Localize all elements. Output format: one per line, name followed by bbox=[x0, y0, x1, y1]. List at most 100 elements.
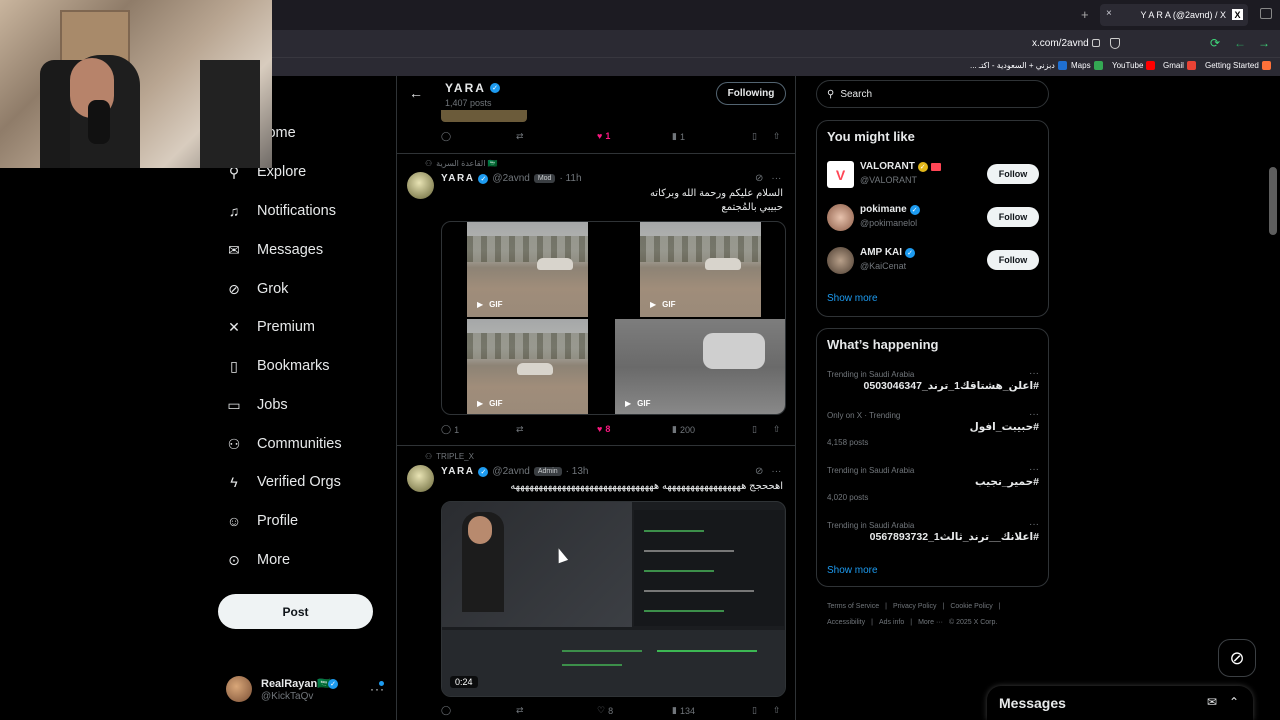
retweet-icon[interactable]: ⇄ bbox=[516, 705, 524, 716]
bookmark-item[interactable]: YouTube bbox=[1112, 61, 1156, 70]
new-message-icon[interactable]: ✉ bbox=[1207, 695, 1217, 709]
terms-link[interactable]: Terms of Service bbox=[827, 603, 879, 610]
like-button[interactable]: ♥ 1 bbox=[597, 131, 610, 141]
more-footer-link[interactable]: More ··· bbox=[918, 619, 943, 626]
suggestion-item[interactable]: AMP KAI ✓ @KaiCenat Follow bbox=[827, 245, 1039, 275]
follow-button[interactable]: Follow bbox=[987, 250, 1039, 270]
tweet-time[interactable]: · 11h bbox=[559, 173, 581, 184]
views-button[interactable]: ▮ 134 bbox=[672, 705, 695, 716]
page-scrollbar[interactable] bbox=[1269, 167, 1277, 235]
accessibility-link[interactable]: Accessibility bbox=[827, 619, 865, 626]
webcam-overlay bbox=[0, 0, 272, 168]
gif-badge: ▶ GIF bbox=[650, 300, 676, 309]
follow-button[interactable]: Follow bbox=[987, 164, 1039, 184]
sidebar-item-communities[interactable]: ⚇ Communities bbox=[226, 436, 342, 453]
bookmark-icon[interactable]: ▯ bbox=[752, 705, 757, 716]
bookmark-icon[interactable]: ▯ bbox=[752, 131, 757, 142]
views-button[interactable]: ▮ 200 bbox=[672, 424, 695, 435]
grok-icon[interactable]: ⊘ bbox=[755, 466, 763, 477]
trend-item[interactable]: Trending in Saudi Arabia ··· #اعلانك__تر… bbox=[827, 519, 1039, 551]
community-context[interactable]: ⚇ TRIPLE_X bbox=[425, 452, 474, 461]
suggestion-name: AMP KAI ✓ bbox=[860, 247, 916, 258]
tweet-author-name[interactable]: YARA bbox=[441, 466, 474, 477]
sidebar-item-profile[interactable]: ☺ Profile bbox=[226, 513, 298, 529]
more-dots-icon[interactable]: ··· bbox=[1029, 409, 1039, 420]
tab-close-icon[interactable]: × bbox=[1106, 8, 1112, 19]
sidebar-item-jobs[interactable]: ▭ Jobs bbox=[226, 397, 287, 414]
avatar[interactable] bbox=[407, 465, 434, 492]
avatar[interactable] bbox=[407, 172, 434, 199]
tab-list-icon[interactable] bbox=[1260, 8, 1272, 19]
bookmark-item[interactable]: Gmail bbox=[1163, 61, 1196, 70]
grok-floating-button[interactable]: ⊘ bbox=[1218, 639, 1256, 677]
sidebar-item-verified-orgs[interactable]: ϟ Verified Orgs bbox=[226, 474, 341, 490]
reply-icon[interactable]: ◯ bbox=[441, 705, 451, 716]
retweet-icon[interactable]: ⇄ bbox=[516, 131, 524, 142]
privacy-link[interactable]: Privacy Policy bbox=[893, 603, 937, 610]
sidebar-item-notifications[interactable]: ♫ Notifications bbox=[226, 203, 336, 219]
shield-icon[interactable] bbox=[1110, 38, 1120, 49]
reload-icon[interactable]: ⟳ bbox=[1210, 36, 1220, 50]
following-button[interactable]: Following bbox=[716, 82, 786, 105]
sidebar-item-grok[interactable]: ⊘ Grok bbox=[226, 281, 288, 298]
lock-icon[interactable] bbox=[1092, 39, 1100, 47]
active-tab[interactable]: Y A R A (@2avnd) / X bbox=[1100, 4, 1248, 26]
reply-icon[interactable]: ◯ bbox=[441, 131, 451, 142]
community-context[interactable]: ⚇ القاعدة السرية 🇸🇦 bbox=[425, 159, 498, 168]
share-icon[interactable]: ⇧ bbox=[773, 424, 781, 435]
bookmark-label: ... دبزني + السعودية - اكتـ bbox=[970, 61, 1055, 70]
like-button[interactable]: ♥ 8 bbox=[597, 424, 610, 434]
reply-button[interactable]: ◯ 1 bbox=[441, 424, 459, 435]
gif-media[interactable]: ▶ GIF bbox=[467, 319, 588, 414]
gif-media[interactable]: ▶ GIF bbox=[640, 222, 761, 317]
gif-media[interactable]: ▶ GIF bbox=[467, 222, 588, 317]
more-dots-icon[interactable]: ··· bbox=[1029, 464, 1039, 475]
messages-drawer[interactable]: Messages ✉ ⌃ bbox=[987, 686, 1253, 720]
tweet-author-name[interactable]: YARA bbox=[441, 173, 474, 184]
sidebar-item-messages[interactable]: ✉ Messages bbox=[226, 242, 323, 259]
show-more-link[interactable]: Show more bbox=[827, 565, 878, 576]
sidebar-item-more[interactable]: ⊙ More bbox=[226, 552, 290, 569]
follow-button[interactable]: Follow bbox=[987, 207, 1039, 227]
more-dots-icon[interactable]: ··· bbox=[1029, 519, 1039, 530]
tweet-time[interactable]: · 13h bbox=[566, 466, 589, 477]
like-button[interactable]: ♡ 8 bbox=[597, 705, 613, 716]
post-button[interactable]: Post bbox=[218, 594, 373, 629]
share-icon[interactable]: ⇧ bbox=[773, 131, 781, 142]
trend-item[interactable]: Only on X · Trending ··· #حبيبت_افول 4,1… bbox=[827, 409, 1039, 451]
share-icon[interactable]: ⇧ bbox=[773, 705, 781, 716]
forward-arrow-icon[interactable]: → bbox=[1258, 36, 1270, 50]
more-dots-icon[interactable]: ··· bbox=[1029, 368, 1039, 379]
bookmark-item[interactable]: ... دبزني + السعودية - اكتـ bbox=[970, 61, 1067, 70]
show-more-link[interactable]: Show more bbox=[827, 293, 878, 304]
tweet-author-handle[interactable]: @2avnd bbox=[492, 466, 529, 477]
sidebar-item-premium[interactable]: ✕ Premium bbox=[226, 319, 315, 336]
trend-item[interactable]: Trending in Saudi Arabia ··· #اعلن_هشتاق… bbox=[827, 368, 1039, 410]
retweet-icon[interactable]: ⇄ bbox=[516, 424, 524, 435]
ads-info-link[interactable]: Ads info bbox=[879, 619, 904, 626]
cookie-link[interactable]: Cookie Policy bbox=[950, 603, 992, 610]
account-switcher[interactable]: RealRayan🇸🇦 ✓ @KickTaQv ··· bbox=[226, 676, 386, 706]
bookmark-item[interactable]: Getting Started bbox=[1205, 61, 1271, 70]
address-input[interactable]: x.com/2avnd bbox=[1032, 38, 1089, 49]
chat-line bbox=[644, 570, 714, 572]
trend-item[interactable]: Trending in Saudi Arabia ··· #حمير_نجيب … bbox=[827, 464, 1039, 506]
back-arrow-icon[interactable]: ← bbox=[1234, 36, 1246, 50]
back-arrow-icon[interactable]: ← bbox=[409, 85, 423, 101]
tweet-text: اهححجج هههههههههههههههههه هههههههههههههه… bbox=[483, 480, 783, 494]
suggestion-item[interactable]: V VALORANT ✓ @VALORANT Follow bbox=[827, 159, 1039, 189]
video-player[interactable]: 0:24 bbox=[441, 501, 786, 697]
gif-media[interactable]: ▶ GIF bbox=[615, 319, 785, 414]
new-tab-button[interactable]: + bbox=[1081, 7, 1089, 22]
suggestion-item[interactable]: pokimane ✓ @pokimanelol Follow bbox=[827, 202, 1039, 232]
more-dots-icon[interactable]: ··· bbox=[771, 173, 781, 184]
bookmark-item[interactable]: Maps bbox=[1071, 61, 1103, 70]
sidebar-item-bookmarks[interactable]: ▯ Bookmarks bbox=[226, 358, 329, 375]
tweet-author-handle[interactable]: @2avnd bbox=[492, 173, 529, 184]
views-button[interactable]: ▮ 1 bbox=[672, 131, 685, 142]
grok-icon[interactable]: ⊘ bbox=[755, 173, 763, 184]
bookmark-icon[interactable]: ▯ bbox=[752, 424, 757, 435]
chevron-up-icon[interactable]: ⌃ bbox=[1229, 695, 1239, 709]
search-input[interactable]: ⚲ Search bbox=[816, 80, 1049, 108]
more-dots-icon[interactable]: ··· bbox=[771, 466, 781, 477]
